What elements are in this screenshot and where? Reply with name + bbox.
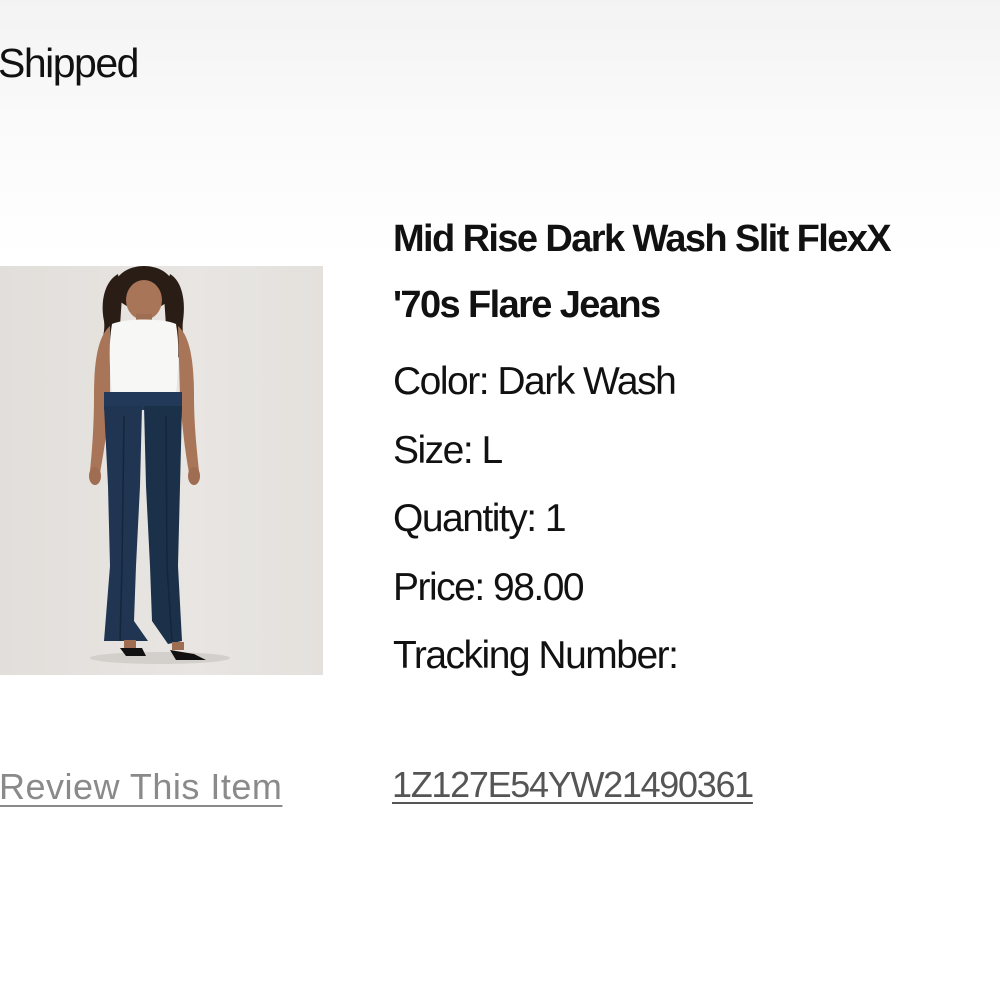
- tracking-number-link[interactable]: 1Z127E54YW21490361: [392, 764, 754, 806]
- product-color: Color: Dark Wash: [393, 360, 677, 403]
- jeans-model-illustration: [89, 266, 230, 664]
- product-image[interactable]: [0, 266, 323, 675]
- product-quantity: Quantity: 1: [393, 497, 567, 540]
- tracking-number-label: Tracking Number:: [393, 634, 679, 677]
- review-item-link[interactable]: Review This Item: [0, 766, 282, 808]
- shipment-status: Shipped: [0, 40, 139, 86]
- order-item-page: Shipped Mid Rise Dark Wash Slit FlexX '7…: [0, 0, 1000, 1000]
- product-price: Price: 98.00: [393, 565, 585, 609]
- product-title-line-2[interactable]: '70s Flare Jeans: [393, 272, 1000, 338]
- item-details: Mid Rise Dark Wash Slit FlexX '70s Flare…: [393, 206, 1000, 691]
- product-size: Size: L: [393, 428, 503, 472]
- product-title-line-1[interactable]: Mid Rise Dark Wash Slit FlexX: [393, 206, 1000, 272]
